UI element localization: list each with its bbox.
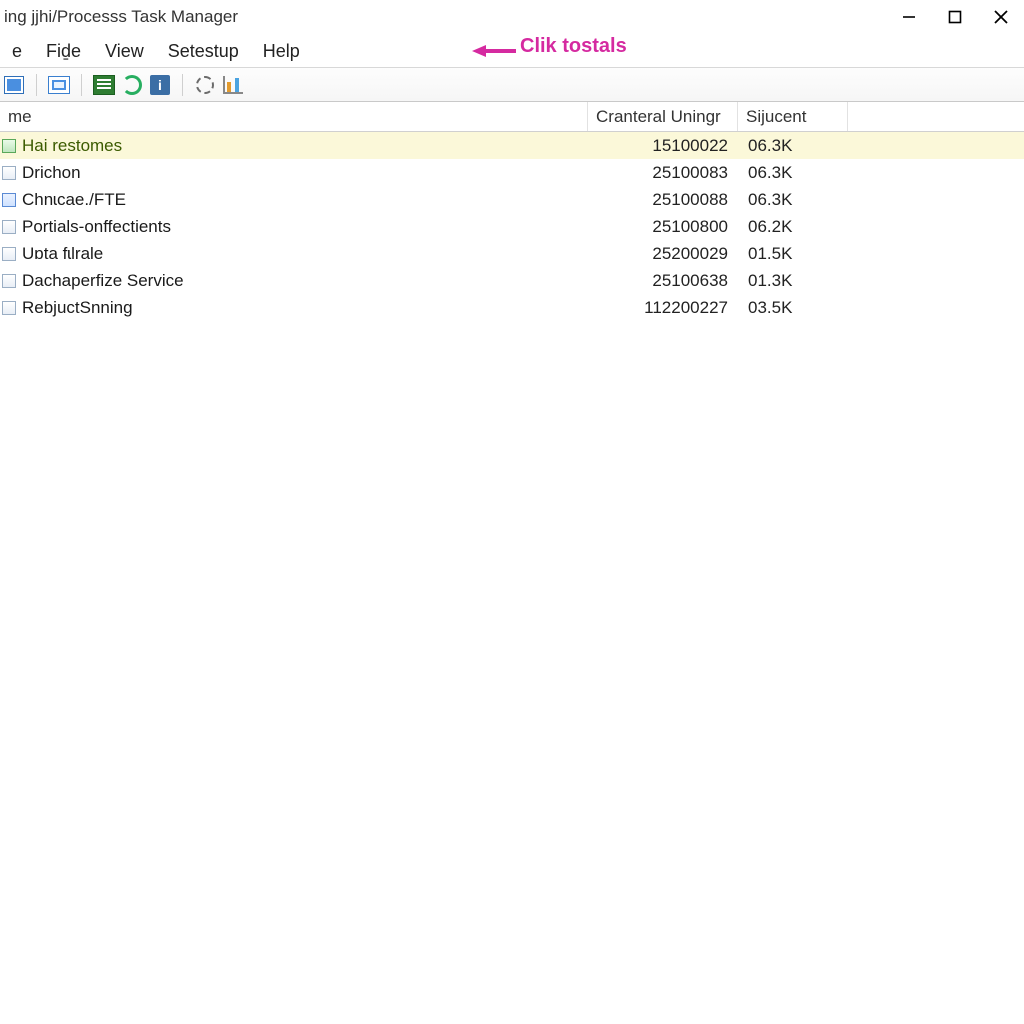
maximize-icon — [947, 9, 963, 25]
process-name: Chnɩcae./FTE — [22, 190, 126, 210]
annotation-arrow-icon — [472, 44, 516, 58]
info-icon: i — [150, 75, 170, 95]
table-row[interactable]: Drichon 25100083 06.3K — [0, 159, 1024, 186]
close-button[interactable] — [978, 0, 1024, 34]
cell-c: 03.5K — [738, 298, 848, 318]
toolbar-refresh-button[interactable] — [120, 73, 144, 97]
column-header-name[interactable]: me — [0, 102, 588, 131]
process-icon — [2, 247, 16, 261]
toolbar-separator — [81, 74, 82, 96]
process-icon — [2, 274, 16, 288]
cell-b: 25100800 — [588, 217, 738, 237]
cell-b: 25100088 — [588, 190, 738, 210]
title-bar[interactable]: ing jjhi/Processs Task Manager — [0, 0, 1024, 34]
toolbar-save-button[interactable] — [2, 73, 26, 97]
cell-b: 25100638 — [588, 271, 738, 291]
toolbar-separator — [182, 74, 183, 96]
process-icon — [2, 301, 16, 315]
window-title: ing jjhi/Processs Task Manager — [4, 7, 238, 27]
window-icon — [48, 76, 70, 94]
minimize-icon — [901, 9, 917, 25]
menu-setup[interactable]: Setestup — [156, 37, 251, 66]
process-list: Hai restomes 15100022 06.3K Drichon 2510… — [0, 132, 1024, 321]
process-icon — [2, 139, 16, 153]
cell-c: 06.2K — [738, 217, 848, 237]
process-name: Portials-onffectients — [22, 217, 171, 237]
menu-item-0[interactable]: e — [0, 37, 34, 66]
toolbar-settings-button[interactable] — [193, 73, 217, 97]
menu-help[interactable]: Help — [251, 37, 312, 66]
close-icon — [992, 8, 1010, 26]
cell-c: 01.3K — [738, 271, 848, 291]
process-name: Hai restomes — [22, 136, 122, 156]
chart-icon — [223, 76, 243, 94]
column-header-c[interactable]: Sijucent — [738, 102, 848, 131]
process-name: Drichon — [22, 163, 81, 183]
table-row[interactable]: Hai restomes 15100022 06.3K — [0, 132, 1024, 159]
table-row[interactable]: RebjuctSnning 112200227 03.5K — [0, 294, 1024, 321]
table-row[interactable]: Uɒta fɩlrale 25200029 01.5K — [0, 240, 1024, 267]
toolbar-separator — [36, 74, 37, 96]
refresh-icon — [122, 75, 142, 95]
toolbar-window-button[interactable] — [47, 73, 71, 97]
cell-b: 15100022 — [588, 136, 738, 156]
column-header-row: me Cranteral Uningr Sijucent — [0, 102, 1024, 132]
maximize-button[interactable] — [932, 0, 978, 34]
process-icon — [2, 193, 16, 207]
menu-divider — [0, 67, 1024, 68]
cell-c: 06.3K — [738, 163, 848, 183]
menu-bar: e Fiḏe View Setestup Help Clik tostals — [0, 34, 1024, 68]
process-name: Uɒta fɩlrale — [22, 244, 103, 264]
table-row[interactable]: Dachaperfize Service 25100638 01.3K — [0, 267, 1024, 294]
window-controls — [886, 0, 1024, 34]
save-icon — [4, 76, 24, 94]
menu-view[interactable]: View — [93, 37, 156, 66]
cell-b: 25200029 — [588, 244, 738, 264]
process-name: RebjuctSnning — [22, 298, 133, 318]
minimize-button[interactable] — [886, 0, 932, 34]
table-row[interactable]: Chnɩcae./FTE 25100088 06.3K — [0, 186, 1024, 213]
spreadsheet-icon — [93, 75, 115, 95]
table-row[interactable]: Portials-onffectients 25100800 06.2K — [0, 213, 1024, 240]
gear-icon — [196, 76, 214, 94]
column-header-b[interactable]: Cranteral Uningr — [588, 102, 738, 131]
cell-b: 25100083 — [588, 163, 738, 183]
process-icon — [2, 220, 16, 234]
cell-c: 06.3K — [738, 136, 848, 156]
toolbar: i — [0, 68, 1024, 102]
process-icon — [2, 166, 16, 180]
cell-c: 06.3K — [738, 190, 848, 210]
cell-b: 112200227 — [588, 298, 738, 318]
cell-c: 01.5K — [738, 244, 848, 264]
annotation-label: Clik tostals — [520, 35, 627, 58]
process-name: Dachaperfize Service — [22, 271, 184, 291]
toolbar-info-button[interactable]: i — [148, 73, 172, 97]
toolbar-chart-button[interactable] — [221, 73, 245, 97]
toolbar-sheet-button[interactable] — [92, 73, 116, 97]
menu-file[interactable]: Fiḏe — [34, 37, 93, 66]
